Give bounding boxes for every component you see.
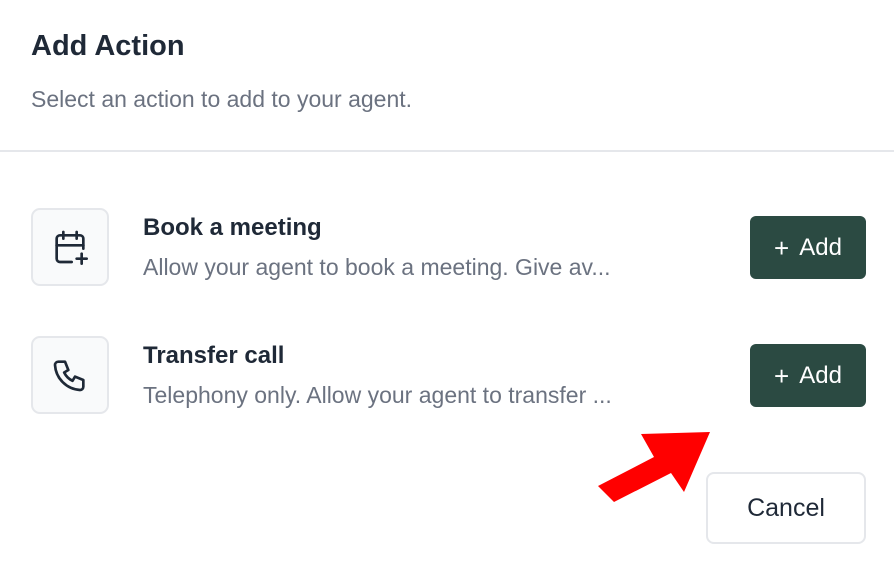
dialog-header: Add Action Select an action to add to yo…	[0, 0, 894, 152]
action-name: Book a meeting	[143, 214, 322, 241]
action-name: Transfer call	[143, 342, 285, 369]
add-transfer-call-button[interactable]: + Add	[750, 344, 866, 407]
action-item-book-meeting: Book a meeting Allow your agent to book …	[0, 202, 894, 292]
add-action-dialog: Add Action Select an action to add to yo…	[0, 0, 894, 572]
annotation-arrow-icon	[598, 432, 710, 502]
action-description: Allow your agent to book a meeting. Give…	[143, 254, 611, 280]
add-button-label: Add	[799, 361, 842, 389]
action-item-transfer-call: Transfer call Telephony only. Allow your…	[0, 330, 894, 420]
phone-icon	[31, 336, 109, 414]
dialog-title: Add Action	[31, 30, 185, 62]
add-book-meeting-button[interactable]: + Add	[750, 216, 866, 279]
add-button-label: Add	[799, 233, 842, 261]
calendar-plus-icon	[31, 208, 109, 286]
cancel-button[interactable]: Cancel	[706, 472, 866, 544]
plus-icon: +	[774, 232, 790, 263]
plus-icon: +	[774, 360, 790, 391]
action-description: Telephony only. Allow your agent to tran…	[143, 382, 612, 408]
dialog-subtitle: Select an action to add to your agent.	[31, 86, 413, 112]
